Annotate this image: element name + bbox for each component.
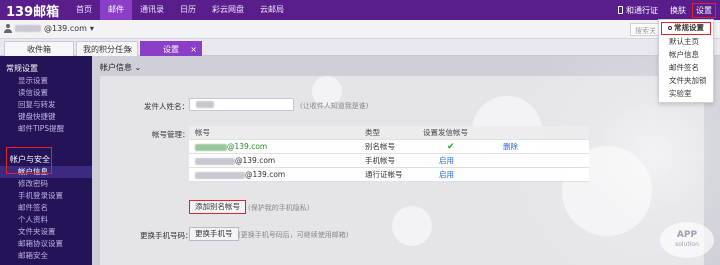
sidebar-item-signature[interactable]: 邮件签名 xyxy=(0,202,92,214)
sidebar-item-profile[interactable]: 个人资料 xyxy=(0,214,92,226)
sidebar-item-display[interactable]: 显示设置 xyxy=(0,75,92,87)
account-menu[interactable]: @139.com ▾ xyxy=(4,24,94,33)
nav-calendar[interactable]: 日历 xyxy=(172,0,204,20)
settings-dropdown-menu: 常规设置 默认主页 帐户信息 邮件签名 文件夹加锁 实验室 xyxy=(658,19,714,103)
col-action xyxy=(497,126,547,140)
add-alias-button[interactable]: 添加别名帐号 xyxy=(189,200,246,214)
change-phone-hint: (更换手机号码后，可继续使用邮箱) xyxy=(238,231,349,239)
action-cell xyxy=(497,154,547,168)
table-row: @139.com 别名帐号 ✔ 删除 xyxy=(189,140,589,154)
menu-label: 常规设置 xyxy=(674,23,704,32)
sidebar-item-reading[interactable]: 读信设置 xyxy=(0,87,92,99)
section-title[interactable]: 帐户信息 ⌄ xyxy=(100,62,141,73)
account-domain: @139.com xyxy=(44,24,87,33)
menu-item-default-home[interactable]: 默认主页 xyxy=(659,35,713,48)
top-navigation-bar: 139邮箱 首页 邮件 通讯录 日历 彩云网盘 云邮局 和通行证 换肤 设置 xyxy=(0,0,720,20)
watermark-main: APP xyxy=(676,230,698,240)
settings-sidebar: 常规设置 显示设置 读信设置 回复与转发 键盘快捷键 邮件TIPS提醒 帐户与安… xyxy=(0,56,92,265)
account-name-redacted xyxy=(15,25,41,32)
sidebar-item-change-password[interactable]: 修改密码 xyxy=(0,178,92,190)
sidebar-item-folders[interactable]: 文件夹设置 xyxy=(0,226,92,238)
type-cell: 手机帐号 xyxy=(365,156,395,165)
menu-item-folder-lock[interactable]: 文件夹加锁 xyxy=(659,74,713,87)
nav-cloud-post[interactable]: 云邮局 xyxy=(252,0,292,20)
menu-item-general-settings[interactable]: 常规设置 xyxy=(661,22,711,35)
settings-content: 帐户信息 ⌄ 发件人姓名： (让收件人知道我是谁) 帐号管理： 帐号 类型 设置… xyxy=(92,56,720,265)
change-phone-label: 更换手机号码： xyxy=(140,231,193,240)
account-cell: @139.com xyxy=(189,168,359,182)
sender-name-redacted xyxy=(196,101,214,108)
menu-item-signature[interactable]: 邮件签名 xyxy=(659,61,713,74)
sidebar-item-reply-forward[interactable]: 回复与转发 xyxy=(0,99,92,111)
nav-home[interactable]: 首页 xyxy=(68,0,100,20)
account-management-label: 帐号管理： xyxy=(152,130,190,139)
chevron-down-icon: ▾ xyxy=(89,24,94,33)
table-row: @139.com 通行证帐号 启用 xyxy=(189,168,589,182)
tab-label: 收件箱 xyxy=(27,45,51,54)
enable-link[interactable]: 启用 xyxy=(417,154,497,168)
main-nav: 首页 邮件 通讯录 日历 彩云网盘 云邮局 xyxy=(68,0,292,20)
sidebar-item-protocol[interactable]: 邮箱协议设置 xyxy=(0,238,92,250)
sender-name-hint: (让收件人知道我是谁) xyxy=(300,102,369,110)
col-type: 类型 xyxy=(365,128,380,137)
sidebar-item-mobile-login[interactable]: 手机登录设置 xyxy=(0,190,92,202)
tongxing-link[interactable]: 和通行证 xyxy=(612,5,664,16)
sender-name-input[interactable] xyxy=(189,98,294,111)
phone-icon xyxy=(618,6,623,14)
tab-label: 设置 xyxy=(163,45,179,54)
radio-dot-icon xyxy=(668,26,672,30)
col-account: 帐号 xyxy=(195,128,210,137)
add-alias-hint: (保护我的手机隐私) xyxy=(248,204,310,212)
account-redacted xyxy=(195,143,227,151)
action-cell xyxy=(497,168,547,182)
sidebar-item-mailbox-security[interactable]: 邮箱安全 xyxy=(0,250,92,262)
sidebar-item-shortcuts[interactable]: 键盘快捷键 xyxy=(0,111,92,123)
tab-settings[interactable]: 设置 × xyxy=(140,41,202,56)
app-solution-watermark: APP solution xyxy=(660,222,714,258)
top-right-menu: 和通行证 换肤 设置 xyxy=(612,0,718,20)
tab-points-task[interactable]: 我的积分任务 × xyxy=(76,41,138,56)
app-logo[interactable]: 139邮箱 xyxy=(0,0,68,20)
account-cell: @139.com xyxy=(189,154,359,168)
user-icon xyxy=(4,24,12,33)
tongxing-label: 和通行证 xyxy=(626,5,658,15)
type-cell: 别名帐号 xyxy=(365,142,395,151)
highlight-box xyxy=(6,147,52,174)
tab-strip: 收件箱 我的积分任务 × 设置 × xyxy=(0,39,720,56)
col-send-account: 设置发信帐号 xyxy=(423,128,468,137)
account-domain: @139.com xyxy=(245,170,286,179)
watermark-sub: solution xyxy=(675,241,699,248)
skin-link[interactable]: 换肤 xyxy=(664,5,692,16)
account-redacted xyxy=(195,171,245,179)
table-row: @139.com 手机帐号 启用 xyxy=(189,154,589,168)
user-bar: @139.com ▾ 搜索关 xyxy=(0,20,720,39)
close-icon[interactable]: × xyxy=(126,42,133,57)
nav-cloud-drive[interactable]: 彩云网盘 xyxy=(204,0,252,20)
nav-mail[interactable]: 邮件 xyxy=(100,0,132,20)
menu-item-lab[interactable]: 实验室 xyxy=(659,87,713,100)
sidebar-group-general[interactable]: 常规设置 xyxy=(0,62,92,75)
tab-label: 我的积分任务 xyxy=(83,45,131,54)
account-domain: @139.com xyxy=(227,142,268,151)
table-header-row: 帐号 类型 设置发信帐号 xyxy=(189,126,589,140)
enable-link[interactable]: 启用 xyxy=(417,168,497,182)
settings-link[interactable]: 设置 xyxy=(692,2,716,18)
account-redacted xyxy=(195,157,235,165)
sidebar-item-tips[interactable]: 邮件TIPS提醒 xyxy=(0,123,92,135)
change-phone-button[interactable]: 更换手机号 xyxy=(189,227,239,241)
account-domain: @139.com xyxy=(235,156,276,165)
nav-contacts[interactable]: 通讯录 xyxy=(132,0,172,20)
check-icon: ✔ xyxy=(447,142,455,152)
sender-name-label: 发件人姓名： xyxy=(144,102,189,111)
close-icon[interactable]: × xyxy=(190,42,197,57)
account-cell: @139.com xyxy=(189,140,359,154)
delete-link[interactable]: 删除 xyxy=(497,140,547,154)
type-cell: 通行证帐号 xyxy=(365,170,403,179)
accounts-table: 帐号 类型 设置发信帐号 @139.com 别名帐号 ✔ 删除 @139.com… xyxy=(189,126,589,182)
tab-inbox[interactable]: 收件箱 xyxy=(4,41,74,56)
menu-item-account-info[interactable]: 帐户信息 xyxy=(659,48,713,61)
